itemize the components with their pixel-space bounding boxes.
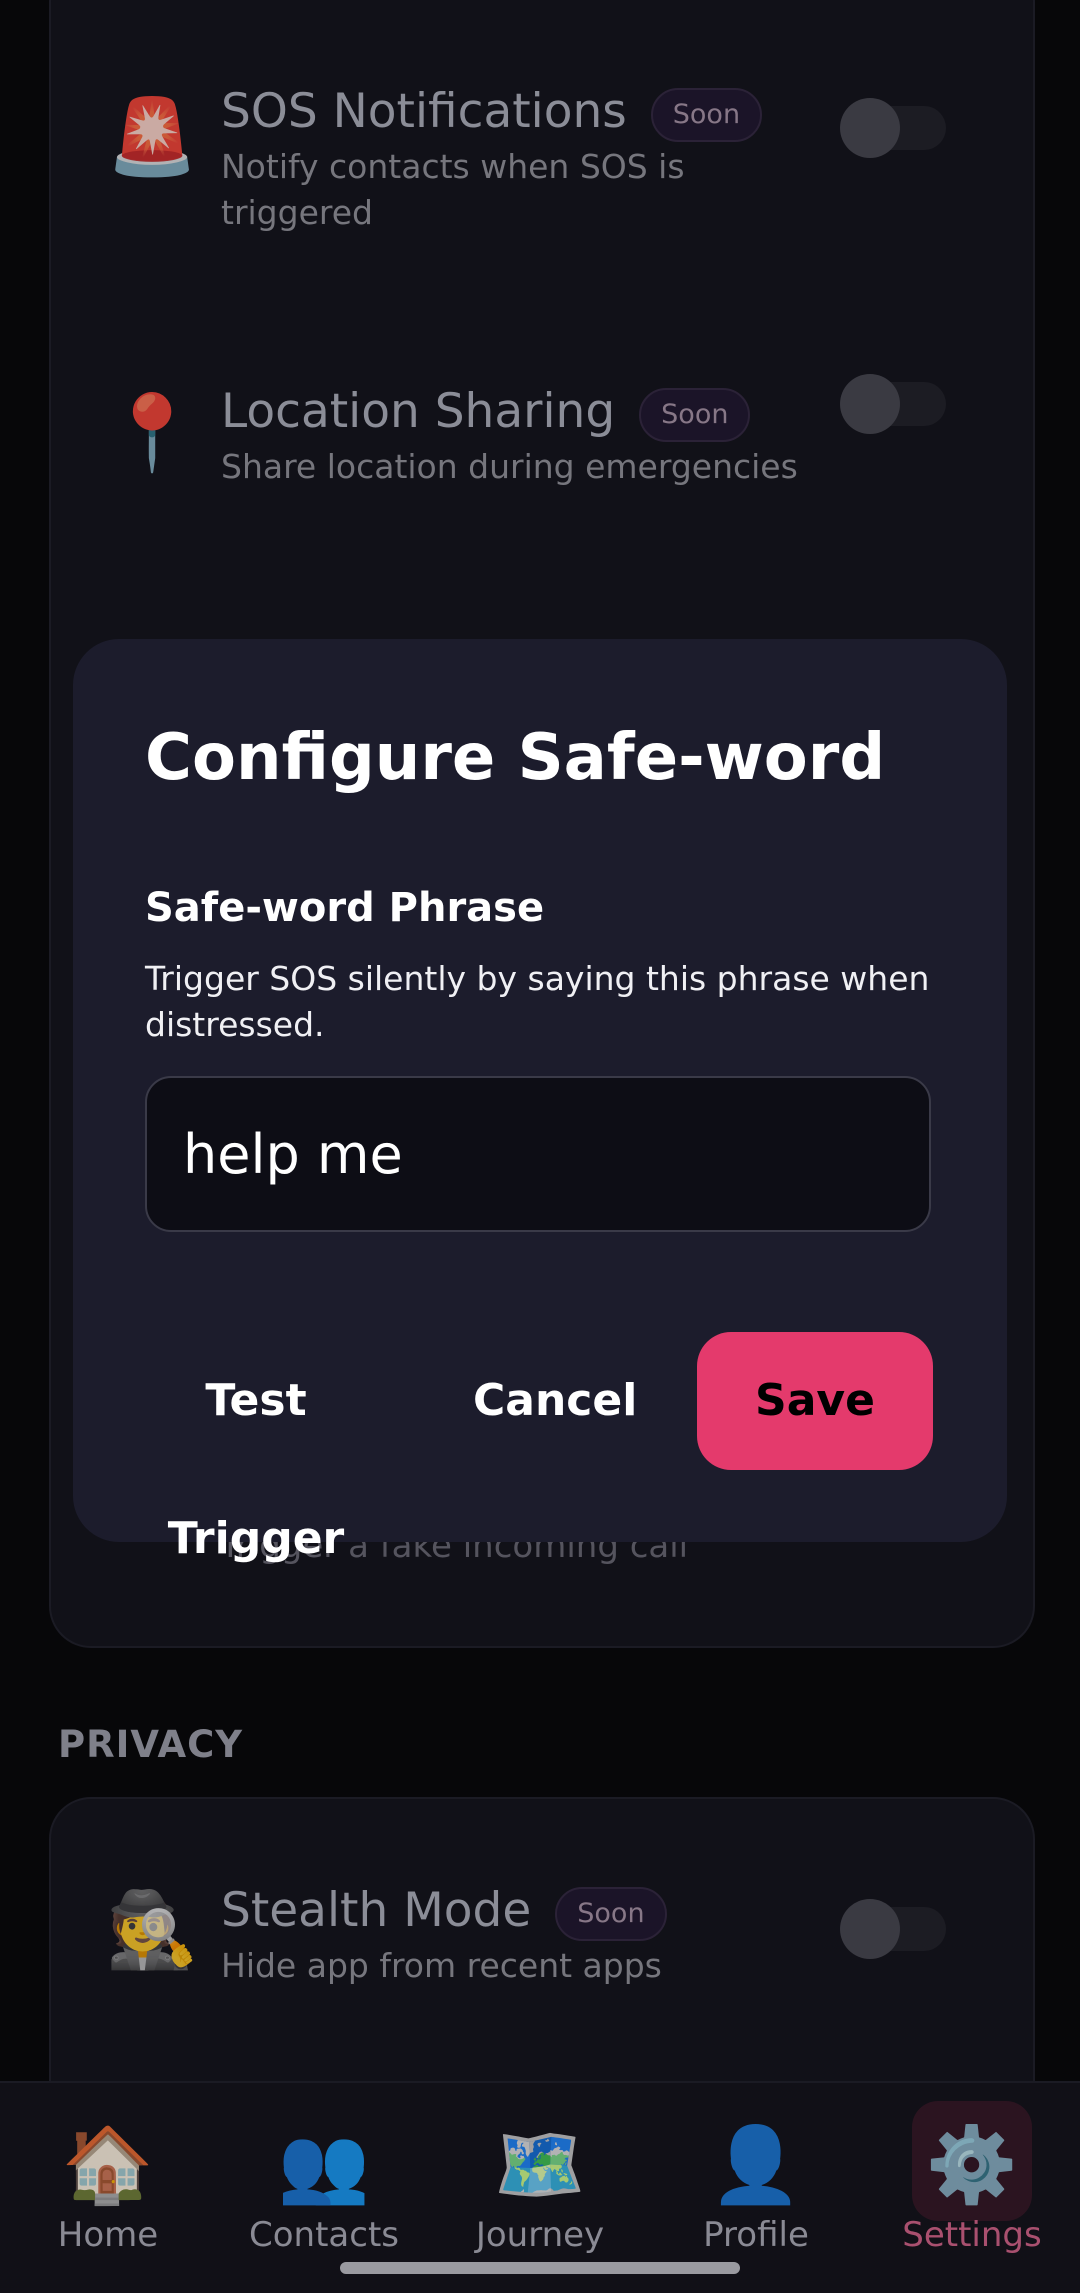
detective-icon: 🕵 — [106, 1887, 199, 1973]
nav-label: Contacts — [249, 2215, 399, 2255]
safe-word-input[interactable] — [145, 1076, 931, 1232]
sos-notifications-toggle[interactable] — [840, 98, 946, 158]
sos-notifications-title: SOS Notifications — [221, 84, 627, 139]
nav-settings[interactable]: ⚙️ Settings — [864, 2083, 1080, 2293]
toggle-knob — [840, 374, 900, 434]
soon-badge: Soon — [639, 387, 751, 442]
person-icon: 👤 — [709, 2122, 803, 2208]
dialog-title: Configure Safe-word — [145, 721, 886, 795]
stealth-mode-toggle[interactable] — [840, 1899, 946, 1959]
nav-label: Profile — [703, 2215, 809, 2255]
people-icon: 👥 — [277, 2122, 371, 2208]
location-sharing-toggle[interactable] — [840, 374, 946, 434]
gear-icon: ⚙️ — [925, 2122, 1019, 2208]
nav-home[interactable]: 🏠 Home — [0, 2083, 216, 2293]
nav-label: Home — [57, 2215, 159, 2255]
soon-badge: Soon — [650, 87, 763, 142]
map-icon: 🗺️ — [493, 2122, 587, 2208]
soon-badge: Soon — [555, 1886, 667, 1941]
toggle-knob — [840, 98, 900, 158]
location-sharing-title: Location Sharing — [221, 384, 616, 439]
sos-notifications-description: Notify contacts when SOS is triggered — [221, 147, 685, 232]
safe-word-dialog: Configure Safe-word Safe-word Phrase Tri… — [73, 639, 1007, 1564]
stealth-mode-description: Hide app from recent apps — [221, 1946, 662, 1985]
privacy-section-label: PRIVACY — [58, 1723, 244, 1766]
toggle-knob — [840, 1899, 900, 1959]
pushpin-icon: 📍 — [106, 390, 199, 476]
house-icon: 🏠 — [61, 2122, 155, 2208]
test-trigger-button[interactable]: Test Trigger — [121, 1332, 391, 1564]
save-button[interactable]: Save — [697, 1332, 933, 1470]
location-sharing-description: Share location during emergencies — [221, 447, 798, 486]
nav-label: Journey — [475, 2215, 605, 2255]
cancel-button[interactable]: Cancel — [473, 1332, 637, 1470]
home-indicator — [340, 2262, 740, 2274]
safe-word-help: Trigger SOS silently by saying this phra… — [145, 959, 930, 1044]
safe-word-label: Safe-word Phrase — [145, 885, 545, 931]
nav-label: Settings — [902, 2215, 1042, 2255]
siren-icon: 🚨 — [106, 94, 199, 180]
stealth-mode-title: Stealth Mode — [221, 1883, 532, 1938]
